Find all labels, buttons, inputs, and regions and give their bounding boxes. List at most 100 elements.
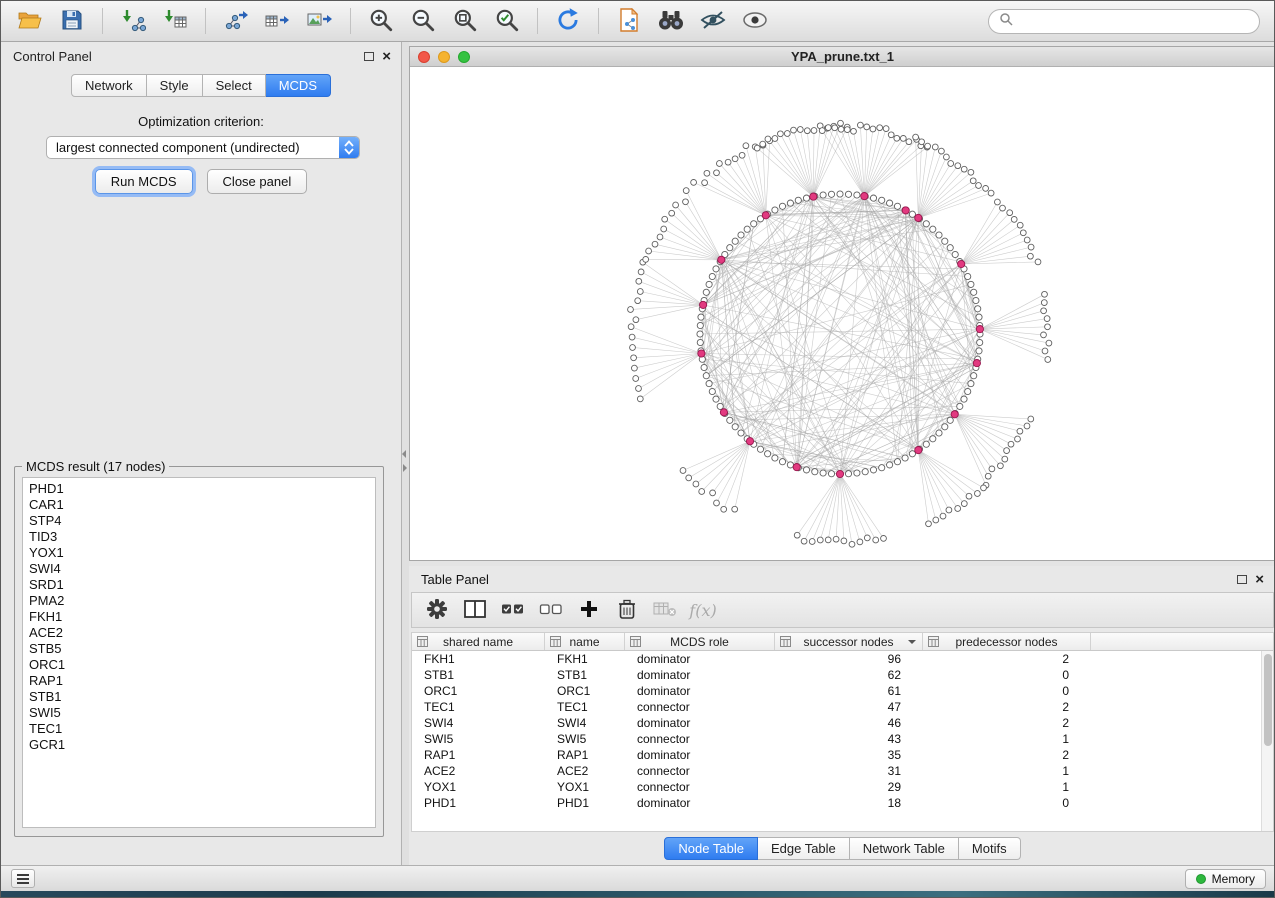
network-node[interactable] bbox=[854, 470, 860, 476]
table-row[interactable]: ACE2ACE2connector311 bbox=[412, 763, 1273, 779]
tab-network[interactable]: Network bbox=[71, 74, 147, 97]
network-node[interactable] bbox=[631, 355, 637, 361]
network-node[interactable] bbox=[673, 202, 679, 208]
network-node[interactable] bbox=[772, 455, 778, 461]
scrollbar-thumb[interactable] bbox=[1264, 654, 1272, 746]
network-node[interactable] bbox=[744, 226, 750, 232]
network-canvas[interactable] bbox=[410, 67, 1275, 560]
tab-select[interactable]: Select bbox=[203, 74, 266, 97]
network-node[interactable] bbox=[925, 143, 931, 149]
network-node[interactable] bbox=[754, 145, 760, 151]
network-node[interactable] bbox=[738, 232, 744, 238]
network-node[interactable] bbox=[919, 139, 925, 145]
tab-style[interactable]: Style bbox=[147, 74, 203, 97]
zoom-fit-button[interactable] bbox=[446, 4, 484, 38]
network-node[interactable] bbox=[772, 136, 778, 142]
table-row[interactable]: ORC1ORC1dominator610 bbox=[412, 683, 1273, 699]
cell-successor-nodes[interactable]: 62 bbox=[775, 667, 923, 683]
optimization-dropdown[interactable]: largest connected component (undirected) bbox=[46, 136, 360, 159]
network-node[interactable] bbox=[751, 221, 757, 227]
network-node[interactable] bbox=[701, 364, 707, 370]
network-node[interactable] bbox=[961, 501, 967, 507]
network-node[interactable] bbox=[1035, 259, 1041, 265]
network-node[interactable] bbox=[820, 470, 826, 476]
mcds-result-item[interactable]: SWI4 bbox=[29, 561, 369, 577]
cell-predecessor-nodes[interactable]: 2 bbox=[923, 651, 1091, 667]
cell-name[interactable]: FKH1 bbox=[545, 651, 625, 667]
network-node[interactable] bbox=[1028, 416, 1034, 422]
network-node[interactable] bbox=[738, 430, 744, 436]
panel-splitter[interactable] bbox=[402, 42, 409, 865]
table-settings-button[interactable] bbox=[420, 595, 454, 625]
network-node[interactable] bbox=[833, 536, 839, 542]
network-node[interactable] bbox=[706, 381, 712, 387]
table-row[interactable]: SWI4SWI4dominator462 bbox=[412, 715, 1273, 731]
network-node[interactable] bbox=[1044, 316, 1050, 322]
network-node[interactable] bbox=[1017, 428, 1023, 434]
table-row[interactable]: PHD1PHD1dominator180 bbox=[412, 795, 1273, 811]
mcds-result-item[interactable]: YOX1 bbox=[29, 545, 369, 561]
network-node[interactable] bbox=[727, 245, 733, 251]
function-builder-button[interactable]: f(x) bbox=[686, 595, 720, 625]
cell-predecessor-nodes[interactable]: 1 bbox=[923, 731, 1091, 747]
cell-name[interactable]: SWI4 bbox=[545, 715, 625, 731]
network-node[interactable] bbox=[703, 289, 709, 295]
export-network-button[interactable] bbox=[217, 4, 255, 38]
network-node[interactable] bbox=[973, 297, 979, 303]
mcds-result-item[interactable]: ACE2 bbox=[29, 625, 369, 641]
network-node[interactable] bbox=[637, 396, 643, 402]
network-node[interactable] bbox=[841, 538, 847, 544]
dominator-node[interactable] bbox=[698, 350, 705, 357]
cell-shared-name[interactable]: RAP1 bbox=[412, 747, 545, 763]
network-node[interactable] bbox=[947, 417, 953, 423]
mcds-result-item[interactable]: TID3 bbox=[29, 529, 369, 545]
network-node[interactable] bbox=[628, 307, 634, 313]
float-table-panel-icon[interactable] bbox=[1237, 575, 1247, 584]
network-node[interactable] bbox=[628, 324, 634, 330]
cell-predecessor-nodes[interactable]: 1 bbox=[923, 779, 1091, 795]
network-node[interactable] bbox=[976, 314, 982, 320]
network-node[interactable] bbox=[975, 306, 981, 312]
network-node[interactable] bbox=[693, 481, 699, 487]
cell-shared-name[interactable]: ORC1 bbox=[412, 683, 545, 699]
table-row[interactable]: YOX1YOX1connector291 bbox=[412, 779, 1273, 795]
network-node[interactable] bbox=[825, 125, 831, 131]
network-node[interactable] bbox=[721, 506, 727, 512]
open-file-button[interactable] bbox=[11, 4, 49, 38]
network-graph[interactable] bbox=[410, 67, 1275, 560]
network-node[interactable] bbox=[1024, 423, 1030, 429]
network-node[interactable] bbox=[1002, 456, 1008, 462]
network-node[interactable] bbox=[732, 238, 738, 244]
dominator-node[interactable] bbox=[762, 212, 769, 219]
network-node[interactable] bbox=[699, 489, 705, 495]
network-node[interactable] bbox=[710, 490, 716, 496]
dominator-node[interactable] bbox=[836, 470, 843, 477]
deselect-all-button[interactable] bbox=[534, 595, 568, 625]
network-node[interactable] bbox=[1011, 217, 1017, 223]
cell-predecessor-nodes[interactable]: 0 bbox=[923, 683, 1091, 699]
cell-predecessor-nodes[interactable]: 2 bbox=[923, 715, 1091, 731]
network-node[interactable] bbox=[637, 289, 643, 295]
dominator-node[interactable] bbox=[720, 409, 727, 416]
network-node[interactable] bbox=[787, 200, 793, 206]
network-node[interactable] bbox=[636, 386, 642, 392]
table-row[interactable]: TEC1TEC1connector472 bbox=[412, 699, 1273, 715]
network-node[interactable] bbox=[939, 148, 945, 154]
cell-successor-nodes[interactable]: 31 bbox=[775, 763, 923, 779]
network-node[interactable] bbox=[1004, 448, 1010, 454]
network-node[interactable] bbox=[697, 339, 703, 345]
network-node[interactable] bbox=[1028, 244, 1034, 250]
mcds-result-item[interactable]: FKH1 bbox=[29, 609, 369, 625]
column-header-name[interactable]: name bbox=[545, 633, 625, 650]
mcds-result-item[interactable]: PHD1 bbox=[29, 481, 369, 497]
mcds-result-item[interactable]: PMA2 bbox=[29, 593, 369, 609]
save-session-button[interactable] bbox=[53, 4, 91, 38]
cell-mcds-role[interactable]: dominator bbox=[625, 651, 775, 667]
network-node[interactable] bbox=[820, 192, 826, 198]
network-node[interactable] bbox=[1024, 237, 1030, 243]
network-node[interactable] bbox=[828, 471, 834, 477]
network-node[interactable] bbox=[944, 154, 950, 160]
network-node[interactable] bbox=[1008, 441, 1014, 447]
network-node[interactable] bbox=[966, 493, 972, 499]
network-node[interactable] bbox=[873, 537, 879, 543]
